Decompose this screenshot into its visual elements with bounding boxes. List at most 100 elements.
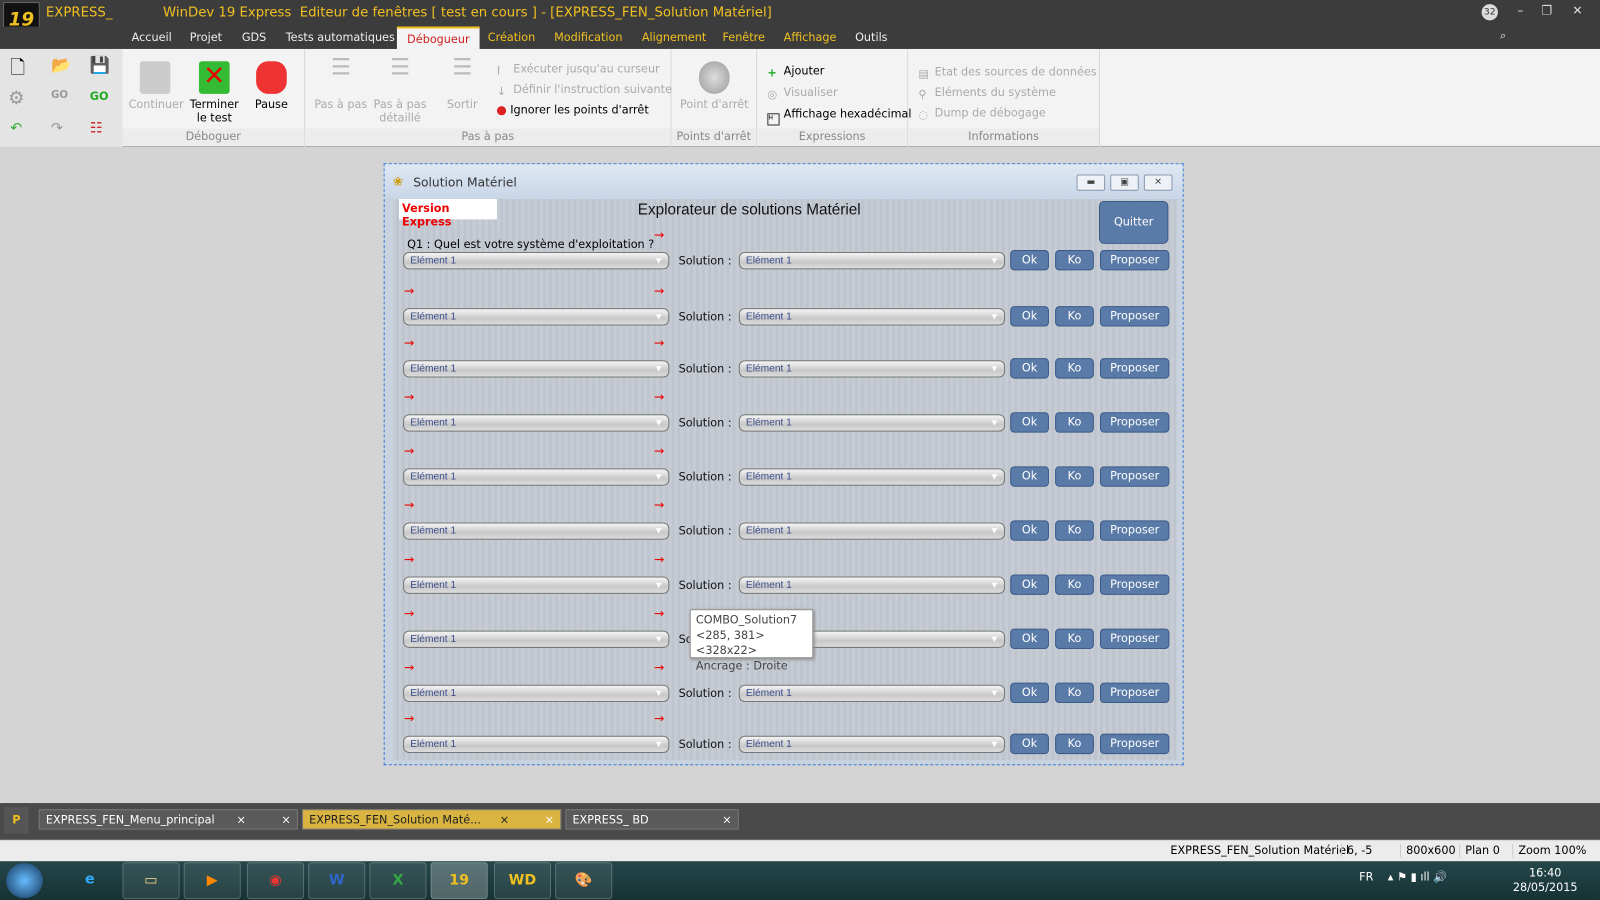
question-combo[interactable]: Elément 1 ▼ bbox=[403, 576, 670, 594]
propose-button[interactable]: Proposer bbox=[1099, 412, 1170, 433]
menu-fenetre[interactable]: Fenêtre bbox=[722, 31, 764, 44]
ko-button[interactable]: Ko bbox=[1055, 520, 1094, 541]
quit-button[interactable]: Quitter bbox=[1098, 201, 1169, 244]
project-icon[interactable]: P bbox=[4, 807, 29, 834]
ko-button[interactable]: Ko bbox=[1055, 412, 1094, 433]
window-maximize[interactable]: ▣ bbox=[1110, 174, 1139, 191]
ok-button[interactable]: Ok bbox=[1010, 249, 1049, 271]
solution-combo[interactable]: Elément 1 ▼ bbox=[738, 414, 1006, 432]
menu-tests[interactable]: Tests automatiques bbox=[286, 31, 395, 44]
go-icon[interactable]: GO bbox=[51, 90, 68, 101]
window-close[interactable]: ✕ bbox=[1143, 174, 1173, 191]
question-combo[interactable]: Elément 1 ▼ bbox=[403, 414, 670, 432]
propose-button[interactable]: Proposer bbox=[1099, 306, 1170, 327]
ok-button[interactable]: Ok bbox=[1010, 520, 1049, 541]
question-combo[interactable]: Elément 1 ▼ bbox=[403, 684, 670, 703]
menu-outils[interactable]: Outils bbox=[855, 31, 887, 44]
clock[interactable]: 16:40 28/05/2015 bbox=[1513, 866, 1578, 895]
solution-combo[interactable]: Elément 1 ▼ bbox=[738, 252, 1006, 270]
question-combo[interactable]: Elément 1 ▼ bbox=[403, 252, 670, 270]
breakpoint-button[interactable]: Point d'arrêt bbox=[678, 61, 751, 111]
ko-button[interactable]: Ko bbox=[1055, 682, 1094, 704]
menu-debogueur[interactable]: Débogueur bbox=[396, 26, 480, 49]
propose-button[interactable]: Proposer bbox=[1099, 682, 1170, 704]
solution-combo[interactable]: Elément 1 ▼ bbox=[738, 360, 1006, 378]
stop-test-button[interactable]: ✕ Terminer le test bbox=[184, 61, 245, 124]
add-expression-button[interactable]: + Ajouter bbox=[767, 64, 824, 79]
gear-icon[interactable]: ⚙ bbox=[8, 88, 24, 109]
question-combo[interactable]: Elément 1 ▼ bbox=[403, 735, 670, 754]
ok-button[interactable]: Ok bbox=[1010, 466, 1049, 487]
ko-button[interactable]: Ko bbox=[1055, 358, 1094, 379]
question-combo[interactable]: Elément 1 ▼ bbox=[403, 522, 670, 540]
redo-icon[interactable]: ↷ bbox=[51, 120, 63, 136]
explorer-icon[interactable]: ▭ bbox=[122, 862, 180, 899]
solution-combo[interactable]: Elément 1 ▼ bbox=[738, 735, 1006, 754]
continue-button[interactable]: Continuer bbox=[129, 61, 184, 111]
chrome-icon[interactable]: ◉ bbox=[246, 862, 305, 899]
menu-accueil[interactable]: Accueil bbox=[132, 31, 172, 44]
propose-button[interactable]: Proposer bbox=[1099, 733, 1170, 755]
ko-button[interactable]: Ko bbox=[1055, 306, 1094, 327]
solution-combo[interactable]: Elément 1 ▼ bbox=[738, 684, 1006, 703]
undo-icon[interactable]: ↶ bbox=[10, 120, 22, 136]
menu-gds[interactable]: GDS bbox=[242, 31, 266, 44]
hex-display-button[interactable]: H Affichage hexadécimal bbox=[767, 107, 912, 126]
go-test-icon[interactable]: GO bbox=[90, 90, 109, 103]
data-sources-button[interactable]: ▤ Etat des sources de données bbox=[918, 65, 1096, 80]
ok-button[interactable]: Ok bbox=[1010, 306, 1049, 327]
ie-icon[interactable]: e bbox=[61, 862, 118, 899]
pause-button[interactable]: Pause bbox=[249, 61, 294, 111]
ok-button[interactable]: Ok bbox=[1010, 574, 1049, 595]
new-icon[interactable]: 🗋 bbox=[10, 55, 25, 86]
open-icon[interactable]: 📂 bbox=[51, 55, 71, 74]
question-combo[interactable]: Elément 1 ▼ bbox=[403, 360, 670, 378]
tab-menu-principal[interactable]: EXPRESS_FEN_Menu_principal × × bbox=[38, 809, 298, 830]
propose-button[interactable]: Proposer bbox=[1099, 466, 1170, 487]
start-button[interactable] bbox=[6, 863, 43, 898]
ignore-breakpoints-button[interactable]: Ignorer les points d'arrêt bbox=[496, 103, 649, 116]
system-elements-button[interactable]: ⚲ Eléments du système bbox=[918, 86, 1056, 101]
close-icon[interactable]: × bbox=[722, 813, 731, 826]
windev-task-icon[interactable]: 19 bbox=[430, 862, 488, 899]
propose-button[interactable]: Proposer bbox=[1099, 520, 1170, 541]
propose-button[interactable]: Proposer bbox=[1099, 358, 1170, 379]
close-icon[interactable]: × bbox=[545, 813, 554, 826]
notification-badge[interactable]: 32 bbox=[1481, 4, 1498, 21]
close-icon[interactable]: × bbox=[237, 813, 246, 826]
step-button[interactable]: ☰ Pas à pas bbox=[313, 57, 368, 112]
ok-button[interactable]: Ok bbox=[1010, 358, 1049, 379]
debug-dump-button[interactable]: ◌ Dump de débogage bbox=[918, 106, 1045, 121]
ko-button[interactable]: Ko bbox=[1055, 628, 1094, 649]
exit-button[interactable]: ☰ Sortir bbox=[438, 57, 487, 112]
menu-modification[interactable]: Modification bbox=[554, 31, 622, 44]
set-next-button[interactable]: ↓ Définir l'instruction suivante bbox=[497, 83, 672, 98]
minimize-button[interactable]: – bbox=[1510, 3, 1530, 21]
propose-button[interactable]: Proposer bbox=[1099, 249, 1170, 271]
step-detail-button[interactable]: ☰ Pas à pas détaillé bbox=[372, 57, 427, 125]
propose-button[interactable]: Proposer bbox=[1099, 628, 1170, 649]
question-combo[interactable]: Elément 1 ▼ bbox=[403, 630, 670, 648]
question-combo[interactable]: Elément 1 ▼ bbox=[403, 468, 670, 486]
menu-alignement[interactable]: Alignement bbox=[642, 31, 706, 44]
language-indicator[interactable]: FR bbox=[1359, 870, 1373, 883]
close-icon[interactable]: × bbox=[500, 813, 509, 826]
ko-button[interactable]: Ko bbox=[1055, 733, 1094, 755]
excel-icon[interactable]: X bbox=[369, 862, 427, 899]
solution-combo[interactable]: Elément 1 ▼ bbox=[738, 522, 1006, 540]
ok-button[interactable]: Ok bbox=[1010, 628, 1049, 649]
close-icon[interactable]: × bbox=[281, 813, 290, 826]
edited-window[interactable]: ❀ Solution Matériel ▬ ▣ ✕ Version Expres… bbox=[383, 163, 1184, 766]
run-to-cursor-button[interactable]: I Exécuter jusqu'au curseur bbox=[497, 62, 660, 77]
propose-button[interactable]: Proposer bbox=[1099, 574, 1170, 595]
close-button[interactable]: ✕ bbox=[1567, 3, 1587, 21]
tab-bd[interactable]: EXPRESS_ BD × bbox=[565, 809, 739, 830]
menu-affichage[interactable]: Affichage bbox=[784, 31, 837, 44]
ok-button[interactable]: Ok bbox=[1010, 412, 1049, 433]
restore-button[interactable]: ❐ bbox=[1537, 3, 1557, 21]
ko-button[interactable]: Ko bbox=[1055, 249, 1094, 271]
ok-button[interactable]: Ok bbox=[1010, 682, 1049, 704]
ko-button[interactable]: Ko bbox=[1055, 574, 1094, 595]
question-combo[interactable]: Elément 1 ▼ bbox=[403, 308, 670, 326]
hierarchy-icon[interactable]: ☷ bbox=[90, 120, 103, 136]
